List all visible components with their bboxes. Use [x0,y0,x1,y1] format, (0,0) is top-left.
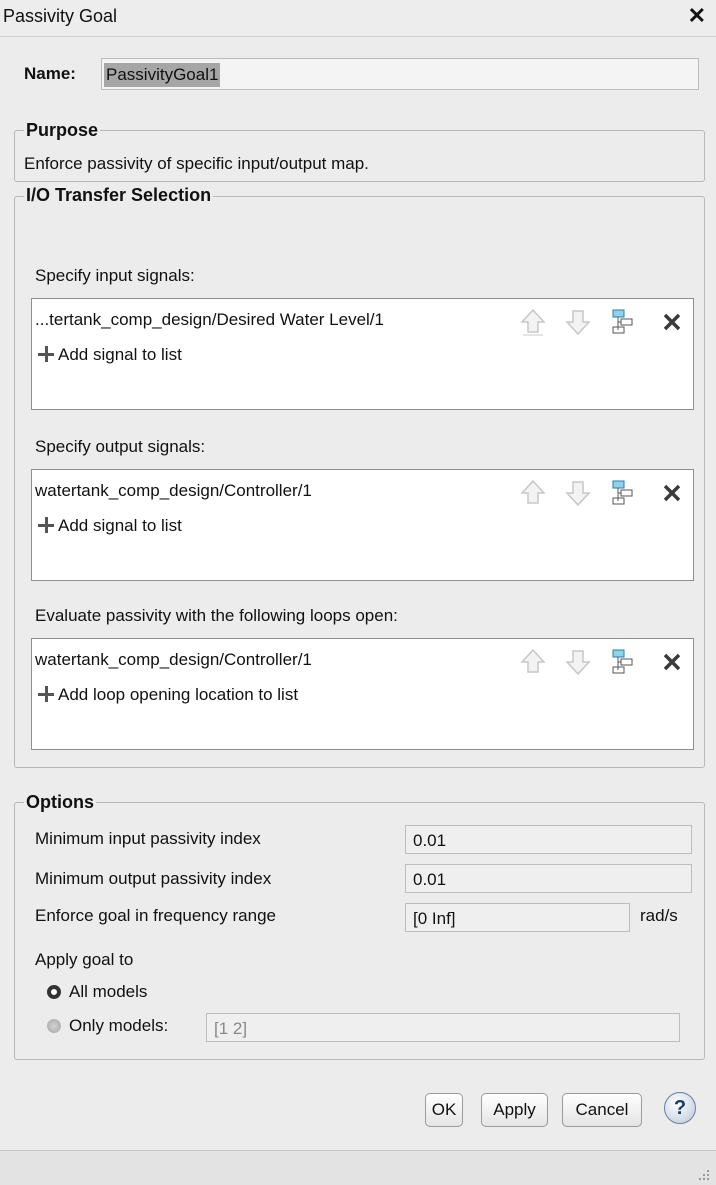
move-down-icon[interactable] [564,647,592,677]
name-field[interactable]: PassivityGoal1 [101,58,699,90]
freq-range-field[interactable]: [0 Inf] [405,903,630,932]
input-signals-label: Specify input signals: [35,266,195,285]
add-icon [38,346,54,362]
select-signal-icon[interactable] [608,478,636,508]
all-models-label: All models [69,982,148,1001]
freq-range-label: Enforce goal in frequency range [35,906,276,925]
loop-openings-list[interactable]: watertank_comp_design/Controller/1 Add l… [31,638,694,750]
io-selection-title: I/O Transfer Selection [24,185,214,206]
add-icon [38,517,54,533]
cancel-button[interactable]: Cancel [562,1093,642,1127]
resize-grip-icon[interactable] [698,1169,710,1181]
purpose-text: Enforce passivity of specific input/outp… [24,154,369,173]
add-output-signal-label: Add signal to list [58,516,182,535]
purpose-title: Purpose [24,120,101,141]
input-signals-list[interactable]: ...tertank_comp_design/Desired Water Lev… [31,298,694,410]
delete-icon[interactable] [658,647,686,677]
select-signal-icon[interactable] [608,647,636,677]
select-signal-icon[interactable] [608,307,636,337]
freq-range-value: [0 Inf] [413,909,456,928]
loops-open-label: Evaluate passivity with the following lo… [35,606,398,625]
add-loop-opening-label: Add loop opening location to list [58,685,299,704]
freq-unit-label: rad/s [640,906,678,925]
move-up-icon[interactable] [519,647,547,677]
min-input-label: Minimum input passivity index [35,829,261,848]
add-loop-opening-link[interactable]: Add loop opening location to list [38,685,298,705]
output-signals-list[interactable]: watertank_comp_design/Controller/1 Add s… [31,469,694,581]
title-bar: Passivity Goal ✕ [0,0,716,37]
name-label: Name: [24,64,76,83]
input-signal-item[interactable]: ...tertank_comp_design/Desired Water Lev… [35,310,384,330]
min-output-label: Minimum output passivity index [35,869,272,888]
add-input-signal-link[interactable]: Add signal to list [38,345,182,365]
move-down-icon[interactable] [564,478,592,508]
loop-opening-item[interactable]: watertank_comp_design/Controller/1 [35,650,312,670]
ok-button[interactable]: OK [425,1093,463,1127]
window-title: Passivity Goal [3,6,118,26]
add-input-signal-label: Add signal to list [58,345,182,364]
apply-goal-label: Apply goal to [35,950,134,969]
only-models-radio[interactable] [47,1019,61,1033]
name-value: PassivityGoal1 [104,63,221,87]
only-models-value: [1 2] [214,1019,248,1038]
move-up-icon[interactable] [519,307,547,337]
min-input-value: 0.01 [413,831,447,850]
help-icon[interactable]: ? [664,1092,696,1124]
move-up-icon[interactable] [519,478,547,508]
min-output-field[interactable]: 0.01 [405,864,692,893]
output-signals-label: Specify output signals: [35,437,206,456]
options-title: Options [24,792,96,813]
delete-icon[interactable] [658,307,686,337]
close-icon[interactable]: ✕ [688,3,706,29]
add-icon [38,686,54,702]
move-down-icon[interactable] [564,307,592,337]
delete-icon[interactable] [658,478,686,508]
status-bar [0,1150,716,1185]
only-models-label: Only models: [69,1016,169,1035]
output-signal-item[interactable]: watertank_comp_design/Controller/1 [35,481,312,501]
min-input-field[interactable]: 0.01 [405,825,692,854]
min-output-value: 0.01 [413,870,447,889]
all-models-radio[interactable] [47,985,61,999]
only-models-field[interactable]: [1 2] [206,1013,680,1042]
add-output-signal-link[interactable]: Add signal to list [38,516,182,536]
apply-button[interactable]: Apply [481,1093,548,1127]
